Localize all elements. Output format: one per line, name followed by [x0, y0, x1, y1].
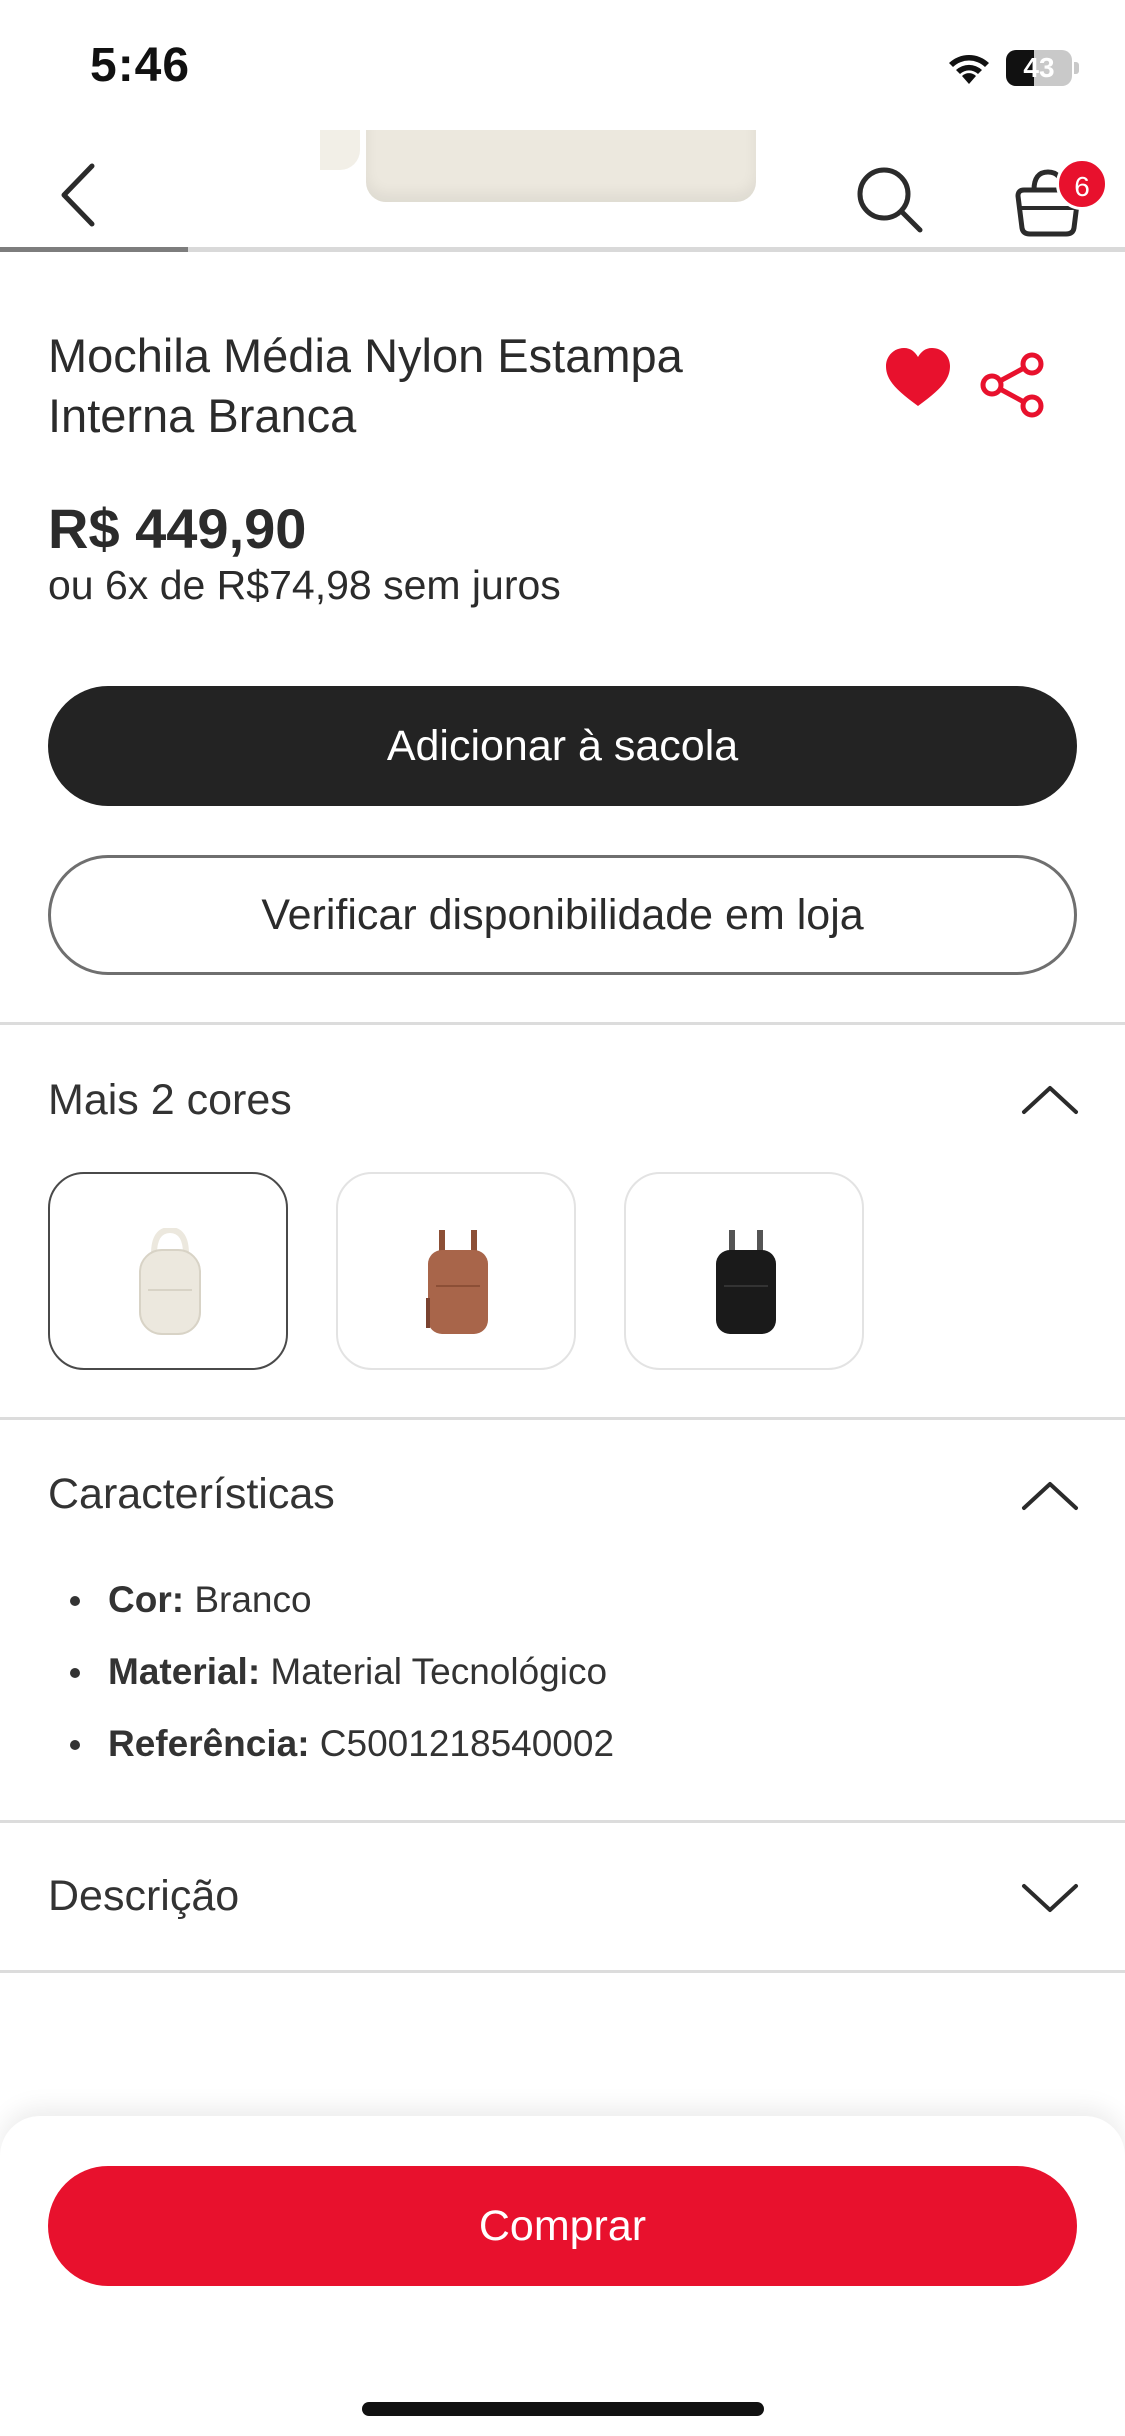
chevron-down-icon[interactable]: [1020, 1878, 1080, 1918]
backpack-white-thumbnail: [139, 1228, 201, 1335]
wifi-icon: [949, 55, 989, 84]
battery-indicator: 43: [1006, 50, 1079, 86]
backpack-brown-thumbnail: [426, 1230, 488, 1334]
check-store-availability-button[interactable]: Verificar disponibilidade em loja: [48, 855, 1077, 975]
characteristics-section-title[interactable]: Características: [48, 1470, 335, 1519]
list-item: Referência: C5001218540002: [48, 1714, 1048, 1786]
product-price: R$ 449,90: [48, 497, 307, 560]
home-indicator: [362, 2402, 764, 2416]
characteristic-value: Branco: [184, 1579, 312, 1620]
description-section-title[interactable]: Descrição: [48, 1872, 239, 1921]
color-swatch-preto[interactable]: [624, 1172, 864, 1370]
characteristic-value: Material Tecnológico: [260, 1651, 608, 1692]
back-chevron-icon[interactable]: [48, 160, 112, 230]
chevron-up-icon[interactable]: [1020, 1080, 1080, 1120]
characteristic-key: Material:: [108, 1651, 261, 1692]
colors-section-title[interactable]: Mais 2 cores: [48, 1076, 292, 1125]
chevron-up-icon[interactable]: [1020, 1476, 1080, 1516]
list-item: Cor: Branco: [48, 1570, 1048, 1642]
add-to-bag-button[interactable]: Adicionar à sacola: [48, 686, 1077, 806]
search-icon[interactable]: [850, 160, 930, 240]
divider: [0, 1970, 1125, 1973]
battery-percent: 43: [1023, 52, 1055, 83]
color-swatch-marrom[interactable]: [336, 1172, 576, 1370]
divider: [0, 1022, 1125, 1025]
status-bar: 5:46 43: [0, 0, 1125, 130]
divider: [0, 1417, 1125, 1420]
characteristic-key: Referência:: [108, 1723, 310, 1764]
top-nav: 6: [0, 130, 1125, 252]
heart-icon[interactable]: [884, 346, 952, 410]
image-scroll-progress: [0, 247, 1125, 252]
characteristic-value: C5001218540002: [309, 1723, 615, 1764]
status-time: 5:46: [90, 39, 191, 92]
installments-text: ou 6x de R$74,98 sem juros: [48, 562, 561, 608]
characteristic-key: Cor:: [108, 1579, 185, 1620]
characteristics-list: Cor: Branco Material: Material Tecnológi…: [48, 1570, 1048, 1786]
color-swatch-branco[interactable]: [48, 1172, 288, 1370]
bottom-buy-bar: Comprar: [0, 2116, 1125, 2436]
buy-button[interactable]: Comprar: [48, 2166, 1077, 2286]
product-image-peek[interactable]: [320, 130, 760, 210]
cart-count-badge[interactable]: 6: [1056, 158, 1108, 210]
list-item: Material: Material Tecnológico: [48, 1642, 1048, 1714]
divider: [0, 1820, 1125, 1823]
backpack-black-thumbnail: [716, 1230, 776, 1334]
product-page: 5:46 43 6 Mochila Média Nylon Estampa In…: [0, 0, 1125, 2436]
share-icon[interactable]: [978, 352, 1046, 418]
product-title: Mochila Média Nylon Estampa Interna Bran…: [48, 329, 683, 442]
